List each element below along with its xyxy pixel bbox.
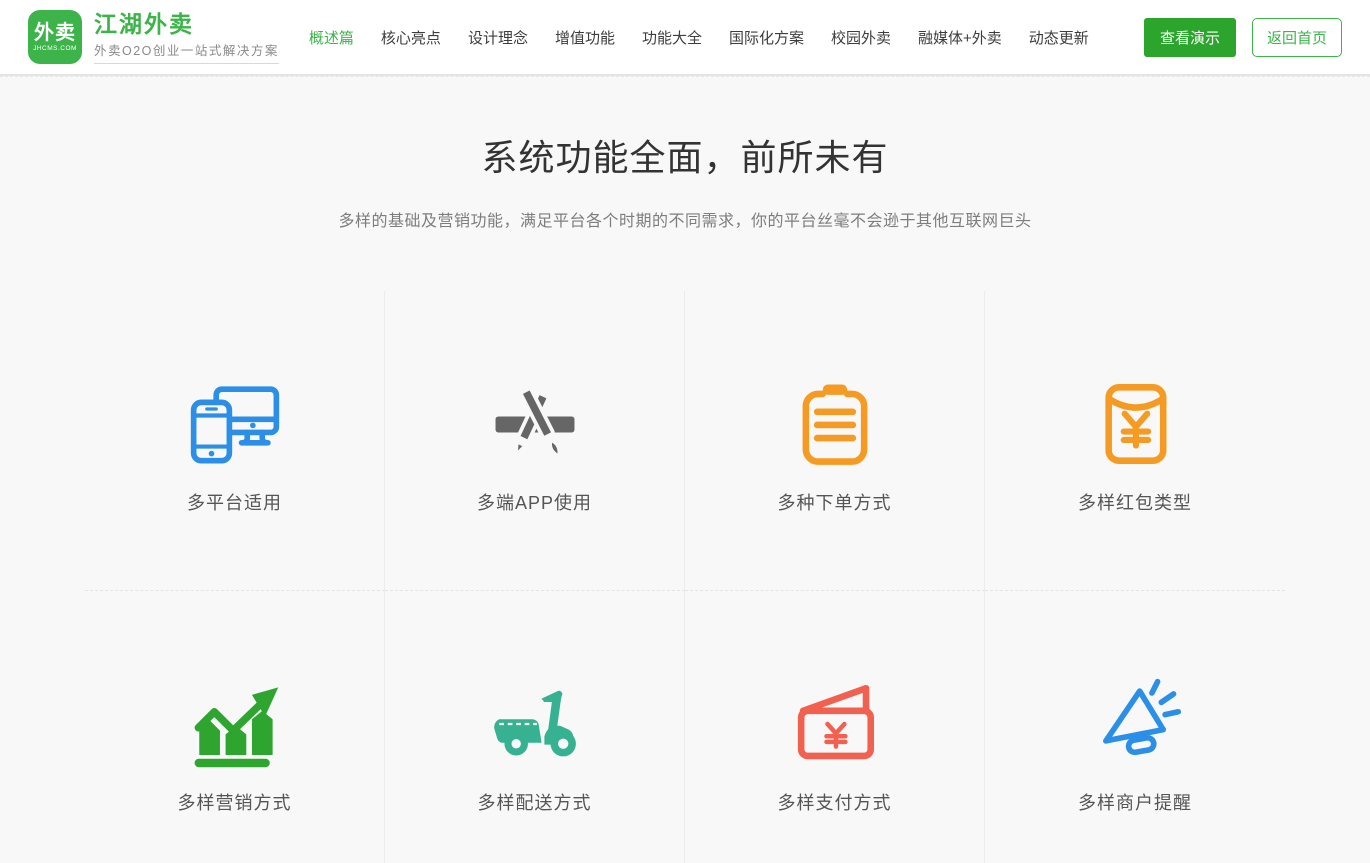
feature-label: 多样红包类型	[1078, 489, 1192, 515]
top-navbar: 外卖 JHCMS.COM 江湖外卖 外卖O2O创业一站式解决方案 概述篇 核心亮…	[0, 0, 1370, 76]
feature-label: 多样配送方式	[478, 789, 592, 815]
nav-item-all-features[interactable]: 功能大全	[642, 27, 702, 48]
feature-card-multi-platform[interactable]: 多平台适用	[85, 291, 385, 591]
main-nav: 概述篇 核心亮点 设计理念 增值功能 功能大全 国际化方案 校园外卖 融媒体+外…	[309, 27, 1089, 48]
feature-label: 多端APP使用	[477, 489, 592, 515]
brand-subtitle: 外卖O2O创业一站式解决方案	[94, 40, 279, 64]
devices-icon	[188, 377, 282, 471]
red-packet-icon	[1088, 377, 1182, 471]
site-logo[interactable]: 外卖 JHCMS.COM	[28, 10, 82, 64]
feature-label: 多样营销方式	[178, 789, 292, 815]
feature-card-payment[interactable]: 多样支付方式	[685, 591, 985, 863]
scooter-icon	[488, 677, 582, 771]
nav-item-overview[interactable]: 概述篇	[309, 27, 354, 48]
appstore-icon	[488, 377, 582, 471]
header-actions: 查看演示 返回首页	[1144, 18, 1342, 57]
brand-title: 江湖外卖	[94, 11, 279, 37]
feature-card-marketing[interactable]: 多样营销方式	[85, 591, 385, 863]
view-demo-button[interactable]: 查看演示	[1144, 18, 1236, 57]
feature-grid: 多平台适用	[85, 291, 1285, 863]
logo-domain: JHCMS.COM	[33, 45, 77, 52]
feature-label: 多样商户提醒	[1078, 789, 1192, 815]
nav-item-design-concept[interactable]: 设计理念	[468, 27, 528, 48]
nav-item-media-plus-delivery[interactable]: 融媒体+外卖	[918, 27, 1002, 48]
feature-card-delivery[interactable]: 多样配送方式	[385, 591, 685, 863]
nav-item-value-added[interactable]: 增值功能	[555, 27, 615, 48]
megaphone-icon	[1088, 677, 1182, 771]
nav-item-highlights[interactable]: 核心亮点	[381, 27, 441, 48]
back-home-button[interactable]: 返回首页	[1252, 18, 1342, 57]
feature-card-order-methods[interactable]: 多种下单方式	[685, 291, 985, 591]
feature-label: 多种下单方式	[778, 489, 892, 515]
nav-item-international[interactable]: 国际化方案	[729, 27, 804, 48]
brand-block: 江湖外卖 外卖O2O创业一站式解决方案	[94, 11, 279, 64]
bar-chart-icon	[188, 677, 282, 771]
section-title: 系统功能全面，前所未有	[0, 77, 1370, 181]
nav-item-campus-delivery[interactable]: 校园外卖	[831, 27, 891, 48]
features-section: 系统功能全面，前所未有 多样的基础及营销功能，满足平台各个时期的不同需求，你的平…	[0, 76, 1370, 863]
section-subtitle: 多样的基础及营销功能，满足平台各个时期的不同需求，你的平台丝毫不会逊于其他互联网…	[0, 207, 1370, 231]
clipboard-icon	[788, 377, 882, 471]
feature-card-multi-app[interactable]: 多端APP使用	[385, 291, 685, 591]
wallet-icon	[788, 677, 882, 771]
feature-card-merchant-alert[interactable]: 多样商户提醒	[985, 591, 1285, 863]
feature-card-red-packet[interactable]: 多样红包类型	[985, 291, 1285, 591]
nav-item-updates[interactable]: 动态更新	[1029, 27, 1089, 48]
feature-label: 多样支付方式	[778, 789, 892, 815]
logo-text: 外卖	[34, 22, 76, 44]
feature-label: 多平台适用	[187, 489, 282, 515]
